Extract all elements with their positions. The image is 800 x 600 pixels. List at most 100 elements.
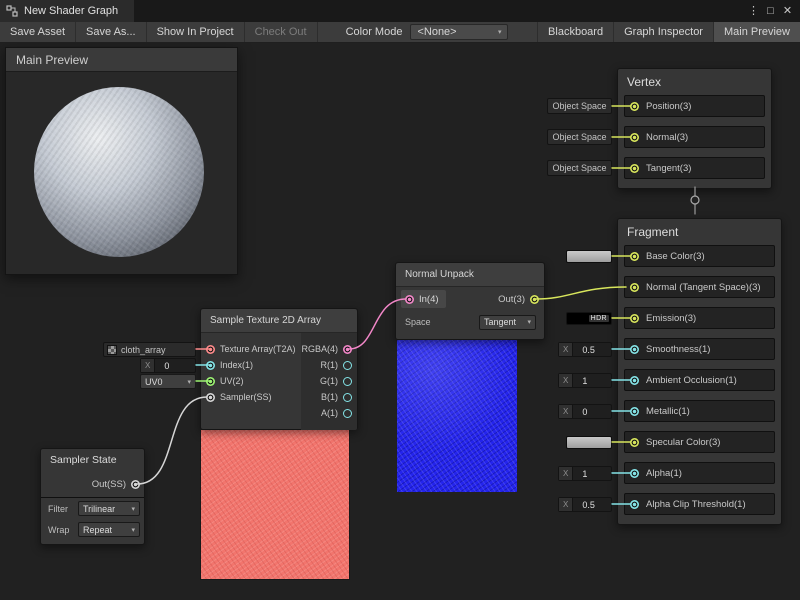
normal-port[interactable] [630, 133, 639, 142]
specular-color-block[interactable]: Specular Color(3) [624, 431, 775, 453]
texture-array-field[interactable]: cloth_array [103, 342, 196, 357]
ambient-occlusion-label: Ambient Occlusion(1) [646, 375, 737, 386]
vertex-node-title: Vertex [618, 69, 771, 95]
blackboard-toggle-button[interactable]: Blackboard [537, 22, 613, 42]
normal-tangent-block[interactable]: Normal (Tangent Space)(3) [624, 276, 775, 298]
unpack-in-row[interactable]: In(4) [401, 290, 446, 308]
a-output-row[interactable]: A(1) [321, 405, 357, 421]
normal-tangent-port[interactable] [630, 283, 639, 292]
rgba-port[interactable] [343, 345, 352, 354]
normal-tangent-label: Normal (Tangent Space)(3) [646, 282, 761, 293]
sample-texture-2d-array-node[interactable]: Sample Texture 2D Array Texture Array(T2… [200, 308, 358, 430]
x-prefix: X [559, 405, 573, 418]
uv-channel-dropdown[interactable]: UV0 ▾ [140, 374, 196, 389]
color-mode-label: Color Mode [318, 22, 411, 42]
wrap-dropdown[interactable]: Repeat ▾ [78, 522, 140, 537]
specular-color-label: Specular Color(3) [646, 437, 720, 448]
uv-port[interactable] [206, 377, 215, 386]
color-mode-dropdown[interactable]: <None> ▾ [410, 24, 508, 40]
specular-color-port[interactable] [630, 438, 639, 447]
save-asset-button[interactable]: Save Asset [0, 22, 76, 42]
alpha-input[interactable]: X 1 [558, 466, 612, 481]
a-label: A(1) [321, 408, 338, 418]
smoothness-block[interactable]: Smoothness(1) [624, 338, 775, 360]
a-port[interactable] [343, 409, 352, 418]
index-input-row[interactable]: Index(1) [201, 357, 301, 373]
space-dropdown[interactable]: Tangent ▾ [479, 315, 536, 330]
fragment-node[interactable]: Fragment Base Color(3) Normal (Tangent S… [617, 218, 782, 525]
uv-channel-value: UV0 [145, 377, 163, 387]
emission-block[interactable]: Emission(3) [624, 307, 775, 329]
vertex-node[interactable]: Vertex Position(3) Normal(3) Tangent(3) [617, 68, 772, 189]
base-color-swatch[interactable] [566, 250, 612, 263]
unpack-out-port[interactable] [530, 295, 539, 304]
x-prefix: X [559, 343, 573, 356]
position-port[interactable] [630, 102, 639, 111]
emission-port[interactable] [630, 314, 639, 323]
ambient-occlusion-block[interactable]: Ambient Occlusion(1) [624, 369, 775, 391]
base-color-block[interactable]: Base Color(3) [624, 245, 775, 267]
smoothness-input[interactable]: X 0.5 [558, 342, 612, 357]
emission-color-swatch[interactable]: HDR [566, 312, 612, 325]
alpha-block[interactable]: Alpha(1) [624, 462, 775, 484]
ambient-occlusion-port[interactable] [630, 376, 639, 385]
g-port[interactable] [343, 377, 352, 386]
r-output-row[interactable]: R(1) [321, 357, 358, 373]
alpha-clip-block[interactable]: Alpha Clip Threshold(1) [624, 493, 775, 515]
r-port[interactable] [343, 361, 352, 370]
b-port[interactable] [343, 393, 352, 402]
specular-color-swatch[interactable] [566, 436, 612, 449]
graph-tab[interactable]: New Shader Graph [0, 0, 134, 22]
metallic-port[interactable] [630, 407, 639, 416]
tangent-space-dropdown[interactable]: Object Space [547, 160, 612, 176]
save-as-button[interactable]: Save As... [76, 22, 147, 42]
ambient-occlusion-input[interactable]: X 1 [558, 373, 612, 388]
unpack-out-row[interactable]: Out(3) [498, 294, 539, 305]
filter-dropdown[interactable]: Trilinear ▾ [78, 501, 140, 516]
alpha-port[interactable] [630, 469, 639, 478]
normal-block[interactable]: Normal(3) [624, 126, 765, 148]
sampler-out-row[interactable]: Out(SS) [41, 471, 144, 497]
index-port[interactable] [206, 361, 215, 370]
base-color-port[interactable] [630, 252, 639, 261]
main-preview-toggle-button[interactable]: Main Preview [713, 22, 800, 42]
g-label: G(1) [320, 376, 338, 386]
close-icon[interactable]: ✕ [779, 0, 796, 22]
cloth-texture-preview [200, 430, 350, 580]
alpha-clip-port[interactable] [630, 500, 639, 509]
rgba-output-row[interactable]: RGBA(4) [301, 341, 357, 357]
smoothness-port[interactable] [630, 345, 639, 354]
graph-inspector-toggle-button[interactable]: Graph Inspector [613, 22, 713, 42]
alpha-clip-input[interactable]: X 0.5 [558, 497, 612, 512]
sampler-port[interactable] [206, 393, 215, 402]
sampler-out-port[interactable] [131, 480, 140, 489]
unpack-in-port[interactable] [405, 295, 414, 304]
normal-space-dropdown[interactable]: Object Space [547, 129, 612, 145]
sampler-state-node[interactable]: Sampler State Out(SS) Filter Trilinear ▾… [40, 448, 145, 545]
texture-name: cloth_array [121, 345, 166, 355]
position-block[interactable]: Position(3) [624, 95, 765, 117]
b-output-row[interactable]: B(1) [321, 389, 357, 405]
uv-input-row[interactable]: UV(2) [201, 373, 301, 389]
tangent-port[interactable] [630, 164, 639, 173]
sampler-input-row[interactable]: Sampler(SS) [201, 389, 301, 405]
b-label: B(1) [321, 392, 338, 402]
texture-array-port[interactable] [206, 345, 215, 354]
metallic-input[interactable]: X 0 [558, 404, 612, 419]
kebab-menu-icon[interactable]: ⋮ [745, 0, 762, 22]
metallic-block[interactable]: Metallic(1) [624, 400, 775, 422]
main-preview-window[interactable]: Main Preview [5, 47, 238, 275]
position-space-dropdown[interactable]: Object Space [547, 98, 612, 114]
normal-label: Normal(3) [646, 132, 688, 143]
x-prefix: X [141, 359, 155, 372]
base-color-label: Base Color(3) [646, 251, 705, 262]
sampler-label: Sampler(SS) [220, 392, 272, 402]
texture-array-input[interactable]: Texture Array(T2A) [201, 341, 301, 357]
maximize-icon[interactable]: □ [762, 0, 779, 22]
emission-label: Emission(3) [646, 313, 696, 324]
show-in-project-button[interactable]: Show In Project [147, 22, 245, 42]
tangent-block[interactable]: Tangent(3) [624, 157, 765, 179]
index-input[interactable]: X 0 [140, 358, 196, 373]
g-output-row[interactable]: G(1) [320, 373, 357, 389]
normal-unpack-node[interactable]: Normal Unpack In(4) Out(3) Space Tangent… [395, 262, 545, 340]
